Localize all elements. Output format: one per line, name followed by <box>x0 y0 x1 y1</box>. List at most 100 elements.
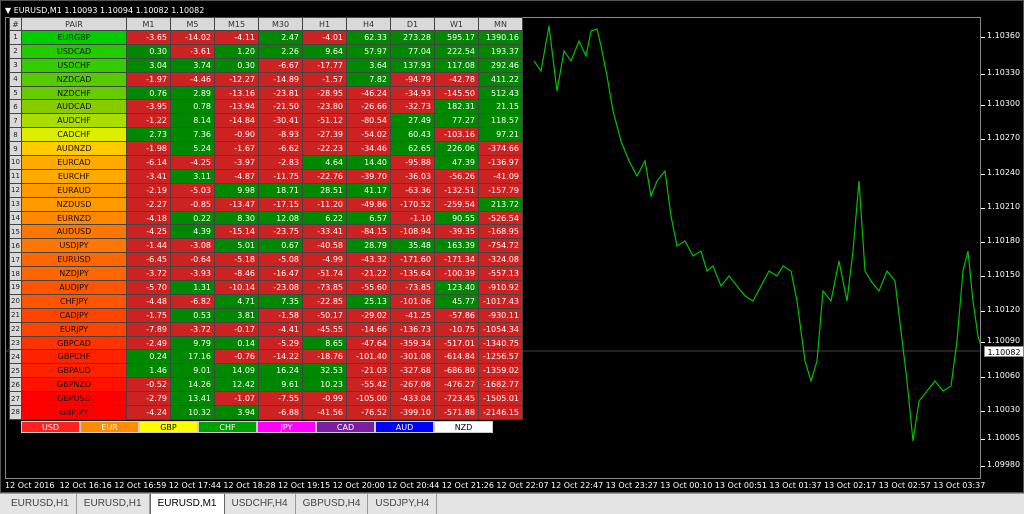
value-cell: -57.86 <box>435 308 479 322</box>
column-header[interactable]: H1 <box>303 18 347 31</box>
value-cell: 16.24 <box>259 364 303 378</box>
pair-cell[interactable]: EURCHF <box>22 169 127 183</box>
pair-cell[interactable]: CADJPY <box>22 308 127 322</box>
chart-tab[interactable]: EURUSD,M1 <box>150 494 225 514</box>
pair-cell[interactable]: AUDNZD <box>22 142 127 156</box>
value-cell: -930.11 <box>479 308 523 322</box>
column-header[interactable]: M5 <box>171 18 215 31</box>
column-header[interactable]: D1 <box>391 18 435 31</box>
value-cell: -23.80 <box>303 100 347 114</box>
time-axis[interactable]: 12 Oct 201612 Oct 16:1612 Oct 16:5912 Oc… <box>5 479 981 494</box>
pair-cell[interactable]: EURNZD <box>22 211 127 225</box>
pair-cell[interactable]: CADCHF <box>22 128 127 142</box>
price-tick-label: 1.10240 <box>987 168 1020 177</box>
value-cell: 0.78 <box>171 100 215 114</box>
time-tick-label: 12 Oct 18:28 <box>223 481 275 490</box>
value-cell: 14.26 <box>171 378 215 392</box>
column-header[interactable]: M15 <box>215 18 259 31</box>
value-cell: -108.94 <box>391 225 435 239</box>
pair-cell[interactable]: EURCAD <box>22 156 127 170</box>
value-cell: -2.27 <box>127 197 171 211</box>
pair-cell[interactable]: AUDJPY <box>22 281 127 295</box>
pair-cell[interactable]: AUDCHF <box>22 114 127 128</box>
pair-cell[interactable]: GBPNZD <box>22 378 127 392</box>
value-cell: -1.57 <box>303 72 347 86</box>
pair-cell[interactable]: USDCAD <box>22 44 127 58</box>
chart-tab[interactable]: GBPUSD,H4 <box>296 494 369 514</box>
price-tick <box>981 311 985 312</box>
value-cell: -5.70 <box>127 281 171 295</box>
chart-tab[interactable]: USDJPY,H4 <box>368 494 437 514</box>
pair-cell[interactable]: USDCHF <box>22 58 127 72</box>
value-cell: 118.57 <box>479 114 523 128</box>
chart-tab[interactable]: USDCHF,H4 <box>225 494 296 514</box>
value-cell: -11.20 <box>303 197 347 211</box>
value-cell: -1054.34 <box>479 322 523 336</box>
value-cell: -63.36 <box>391 183 435 197</box>
value-cell: 62.33 <box>347 31 391 45</box>
value-cell: 77.27 <box>435 114 479 128</box>
value-cell: -0.85 <box>171 197 215 211</box>
value-cell: -259.54 <box>435 197 479 211</box>
column-header[interactable]: W1 <box>435 18 479 31</box>
value-cell: -18.76 <box>303 350 347 364</box>
row-number: 6 <box>10 100 22 114</box>
column-header[interactable]: M30 <box>259 18 303 31</box>
value-cell: -2.49 <box>127 336 171 350</box>
pair-cell[interactable]: NZDCAD <box>22 72 127 86</box>
price-axis[interactable]: 1.103601.103301.103001.102701.102401.102… <box>981 17 1024 479</box>
value-cell: 3.74 <box>171 58 215 72</box>
pair-cell[interactable]: GBPUSD <box>22 392 127 406</box>
value-cell: -55.42 <box>347 378 391 392</box>
pair-cell[interactable]: GBPCAD <box>22 336 127 350</box>
currency-legend: USDEURGBPCHFJPYCADAUDNZD <box>21 421 493 435</box>
chart-tab[interactable]: EURUSD,H1 <box>4 494 77 514</box>
value-cell: 8.30 <box>215 211 259 225</box>
pair-cell[interactable]: CHFJPY <box>22 294 127 308</box>
chart-window[interactable]: ▼ EURUSD,M1 1.10093 1.10094 1.10082 1.10… <box>0 0 1024 493</box>
value-cell: -76.52 <box>347 406 391 420</box>
pair-cell[interactable]: GBPCHF <box>22 350 127 364</box>
value-cell: 8.65 <box>303 336 347 350</box>
row-number: 14 <box>10 211 22 225</box>
value-cell: -433.04 <box>391 392 435 406</box>
value-cell: -30.41 <box>259 114 303 128</box>
pair-cell[interactable]: EURJPY <box>22 322 127 336</box>
value-cell: -910.92 <box>479 281 523 295</box>
column-header[interactable]: # <box>10 18 22 31</box>
value-cell: -3.65 <box>127 31 171 45</box>
value-cell: 0.53 <box>171 308 215 322</box>
column-header[interactable]: MN <box>479 18 523 31</box>
dropdown-triangle-icon[interactable]: ▼ <box>5 6 11 15</box>
value-cell: 1.31 <box>171 281 215 295</box>
pair-cell[interactable]: GBPAUD <box>22 364 127 378</box>
pair-cell[interactable]: USDJPY <box>22 239 127 253</box>
value-cell: -1682.77 <box>479 378 523 392</box>
pair-cell[interactable]: GBPJPY <box>22 406 127 420</box>
value-cell: -34.46 <box>347 142 391 156</box>
value-cell: -3.72 <box>171 322 215 336</box>
value-cell: 222.54 <box>435 44 479 58</box>
time-tick-label: 13 Oct 03:37 <box>933 481 985 490</box>
row-number: 7 <box>10 114 22 128</box>
price-tick-label: 1.10150 <box>987 270 1020 279</box>
table-row: 9AUDNZD-1.985.24-1.67-6.62-22.23-34.4662… <box>10 142 523 156</box>
value-cell: 90.55 <box>435 211 479 225</box>
value-cell: 28.79 <box>347 239 391 253</box>
pair-cell[interactable]: AUDUSD <box>22 225 127 239</box>
pair-cell[interactable]: NZDUSD <box>22 197 127 211</box>
value-cell: 9.01 <box>171 364 215 378</box>
pair-cell[interactable]: AUDCAD <box>22 100 127 114</box>
column-header[interactable]: H4 <box>347 18 391 31</box>
pair-cell[interactable]: EURUSD <box>22 253 127 267</box>
pair-cell[interactable]: NZDCHF <box>22 86 127 100</box>
value-cell: -50.17 <box>303 308 347 322</box>
pair-cell[interactable]: EURAUD <box>22 183 127 197</box>
pair-cell[interactable]: EURGBP <box>22 31 127 45</box>
value-cell: -16.47 <box>259 267 303 281</box>
value-cell: -327.68 <box>391 364 435 378</box>
column-header[interactable]: M1 <box>127 18 171 31</box>
chart-tab[interactable]: EURUSD,H1 <box>77 494 150 514</box>
column-header[interactable]: PAIR <box>22 18 127 31</box>
pair-cell[interactable]: NZDJPY <box>22 267 127 281</box>
